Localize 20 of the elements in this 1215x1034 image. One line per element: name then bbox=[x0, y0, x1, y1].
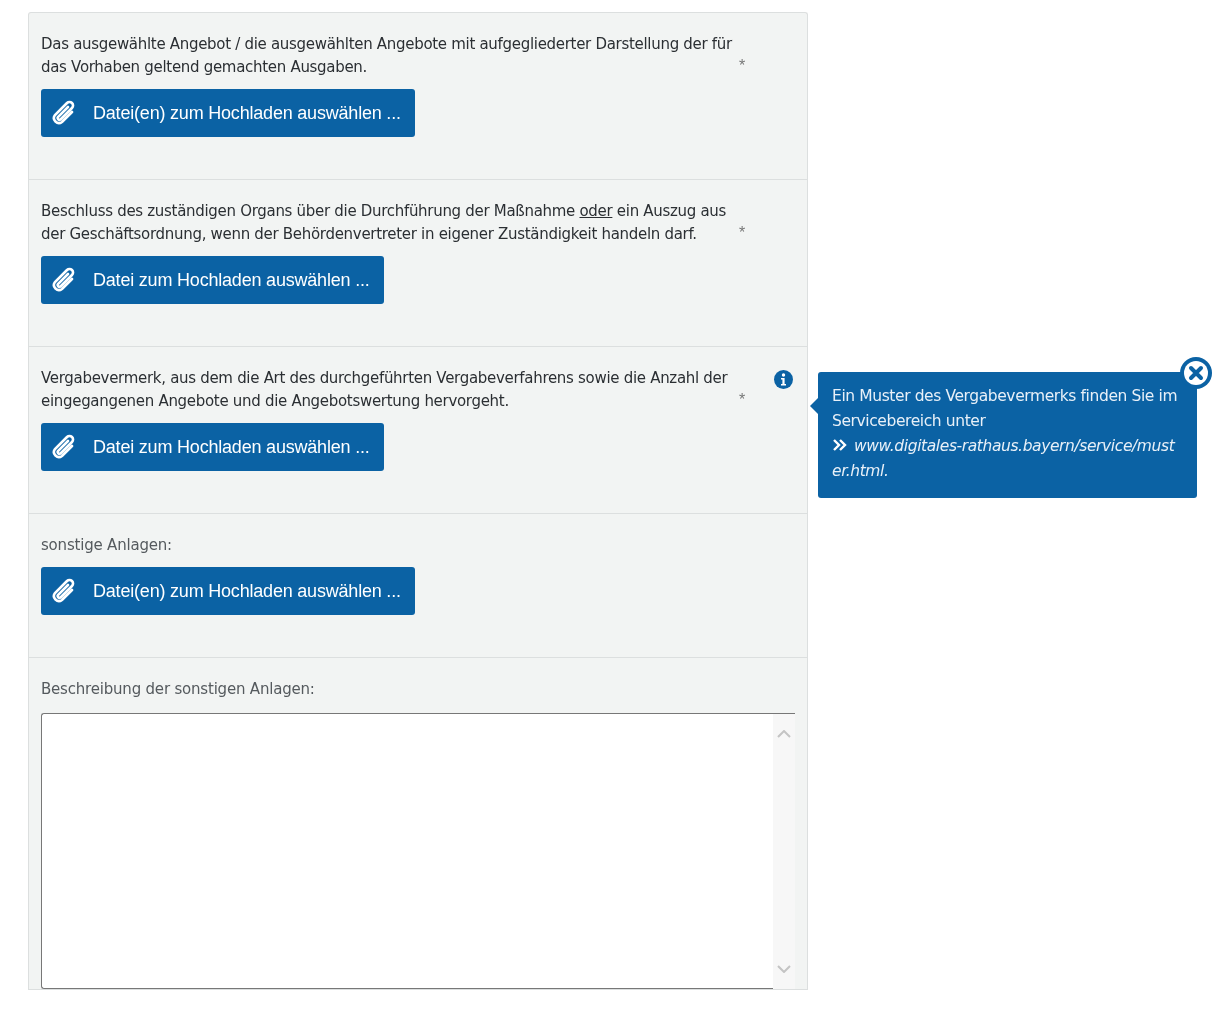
close-icon[interactable] bbox=[1179, 356, 1213, 390]
description-field[interactable] bbox=[41, 713, 773, 989]
field-label: sonstige Anlagen: bbox=[41, 535, 172, 556]
field-label: Vergabevermerk, aus dem die Art des durchgeführten Vergabeverfahrens sowie die Anzahl der eingegangenen Angebote und die Angebotswertung hervorgeht. bbox=[41, 368, 729, 412]
upload-button[interactable]: Datei(en) zum Hochladen auswählen ... bbox=[41, 89, 415, 137]
upload-button[interactable]: Datei zum Hochladen auswählen ... bbox=[41, 423, 384, 471]
tooltip-link[interactable]: www.digitales-rathaus.bayern/service/muster.html. bbox=[832, 434, 1183, 484]
field-label: Beschreibung der sonstigen Anlagen: bbox=[41, 679, 315, 700]
double-chevron-icon bbox=[832, 438, 848, 452]
field-label: Beschluss des zuständigen Organs über die Durchführung der Maßnahme oder ein Auszug aus der Geschäftsordnung, wenn der Behördenvertreter in eigener Zuständigkeit handeln darf. bbox=[41, 201, 728, 245]
field-label: Das ausgewählte Angebot / die ausgewählten Angebote mit aufgegliederter Darstellung der für das Vorhaben geltend gemachten Ausgaben. bbox=[41, 34, 733, 78]
chevron-up-icon[interactable] bbox=[777, 730, 791, 738]
info-icon[interactable] bbox=[774, 370, 793, 389]
upload-button[interactable]: Datei zum Hochladen auswählen ... bbox=[41, 256, 384, 304]
required-mark: * bbox=[739, 224, 746, 242]
scrollbar[interactable] bbox=[773, 713, 795, 989]
required-mark: * bbox=[739, 57, 746, 75]
chevron-down-icon[interactable] bbox=[777, 965, 791, 973]
required-mark: * bbox=[739, 391, 746, 409]
upload-button[interactable]: Datei(en) zum Hochladen auswählen ... bbox=[41, 567, 415, 615]
